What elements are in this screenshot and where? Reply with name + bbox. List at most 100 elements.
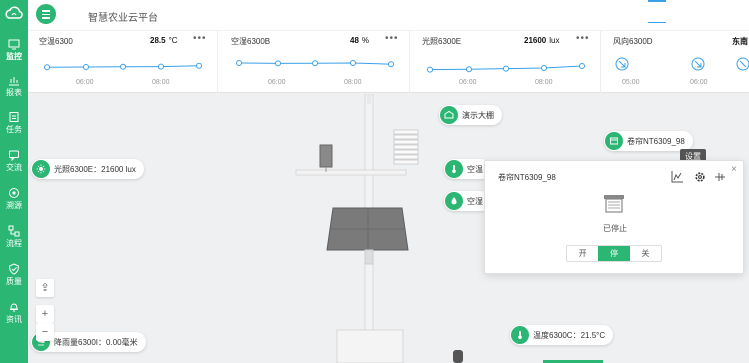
- sensor-value: 21600 lux: [524, 36, 560, 45]
- chat-icon: [9, 150, 19, 161]
- sidebar: 监控报表任务交流溯源流程质量资讯: [0, 0, 28, 363]
- sidebar-item-flow[interactable]: 流程: [0, 223, 28, 259]
- sensor-card-wind-direction[interactable]: 风向6300D 东南 05:00 06:00: [602, 31, 749, 93]
- time-tick: 08:00: [344, 79, 362, 86]
- more-options-icon[interactable]: •••: [193, 33, 207, 44]
- zoom-in-button[interactable]: +: [36, 305, 54, 323]
- temperature-tag[interactable]: 温度6300C：21.5°C: [510, 325, 614, 345]
- sensor-name: 风向6300D: [613, 37, 653, 46]
- sparkline-point: [158, 63, 164, 70]
- share-icon[interactable]: ⇪: [36, 279, 54, 297]
- sparkline-point: [196, 62, 202, 69]
- news-icon: [10, 303, 18, 312]
- sidebar-item-chat[interactable]: 交流: [0, 147, 28, 183]
- cloud-logo-icon: [5, 6, 23, 19]
- time-tick: 08:00: [535, 79, 553, 86]
- sensor-card-air-temp[interactable]: 空温6300 28.5 °C ••• 06:00 08:00: [28, 31, 218, 93]
- droplet-icon: [445, 192, 463, 210]
- sidebar-item-label: 资讯: [6, 315, 22, 324]
- tag-label: 空温: [467, 164, 483, 174]
- time-tick: 08:00: [152, 79, 170, 86]
- sensor-name: 空温6300: [39, 37, 73, 46]
- chart-icon: [671, 171, 683, 183]
- flow-icon: [8, 225, 20, 237]
- time-tick: 06:00: [459, 79, 477, 86]
- sensor-card-air-humidity[interactable]: 空湿6300B 48% ••• 06:00 08:00: [220, 31, 410, 93]
- tag-label: 卷帘NT6309_98: [627, 136, 685, 146]
- thermometer-icon: [511, 326, 529, 344]
- popup-toolbar: [671, 171, 725, 183]
- sparkline-point: [466, 66, 472, 73]
- shutter-status-text: 已停止: [603, 224, 627, 233]
- close-button[interactable]: 关: [630, 246, 661, 261]
- more-options-icon[interactable]: •••: [576, 33, 590, 44]
- sparkline-point: [503, 65, 509, 72]
- louvered-shield: [393, 129, 419, 165]
- shutter-tag[interactable]: 卷帘NT6309_98: [604, 131, 693, 151]
- wind-arrow-icon: [691, 57, 705, 71]
- zoom-out-button[interactable]: −: [36, 323, 54, 341]
- pin-icon: [715, 173, 725, 181]
- sidebar-item-label: 质量: [6, 277, 22, 286]
- greenhouse-tag[interactable]: 演示大棚: [439, 105, 502, 125]
- sidebar-item-label: 交流: [6, 163, 22, 172]
- light-sensor-tag[interactable]: 光照6300E：21600 lux: [31, 159, 144, 179]
- time-tick: 06:00: [690, 79, 708, 86]
- monitor-icon: [8, 39, 20, 50]
- shutter-status-icon: [604, 195, 624, 213]
- close-icon[interactable]: ×: [731, 164, 737, 175]
- sensor-value: 东南: [732, 37, 748, 46]
- open-button[interactable]: 开: [567, 246, 598, 261]
- task-icon: [9, 112, 19, 122]
- sidebar-item-report[interactable]: 报表: [0, 72, 28, 108]
- sparkline-point: [312, 60, 318, 67]
- popup-title: 卷帘NT6309_98: [498, 173, 556, 182]
- sparkline-point: [541, 65, 547, 71]
- quality-icon: [8, 263, 20, 275]
- sidebar-item-label: 报表: [6, 88, 22, 97]
- time-tick: 05:00: [622, 79, 640, 86]
- tag-label: 演示大棚: [462, 110, 494, 120]
- stop-button[interactable]: 停: [598, 246, 630, 261]
- shutter-control-popup: 卷帘NT6309_98 × 已停止 开 停 关: [484, 160, 744, 274]
- wind-arrow-icon: [736, 57, 749, 71]
- sensor-card-light[interactable]: 光照6300E 21600 lux ••• 06:00 08:00: [411, 31, 601, 93]
- tag-label: 空湿: [467, 196, 483, 206]
- sparkline-point: [579, 63, 585, 69]
- header-indicator: [648, 0, 666, 2]
- top-header: 智慧农业云平台: [28, 0, 749, 30]
- sidebar-item-label: 监控: [6, 52, 22, 61]
- sidebar-item-news[interactable]: 资讯: [0, 299, 28, 335]
- menu-toggle-button[interactable]: [36, 4, 56, 24]
- sun-icon: [32, 160, 50, 178]
- wind-arrow-icon: [615, 57, 629, 71]
- gear-icon: [695, 172, 705, 182]
- sensor-name: 空湿6300B: [231, 37, 271, 46]
- tag-label: 降雨量6300I：0.00毫米: [54, 337, 138, 347]
- sensor-value: 28.5 °C: [150, 36, 178, 45]
- trend-sparkline: [427, 63, 585, 73]
- more-options-icon[interactable]: •••: [385, 33, 399, 44]
- sparkline-point: [427, 66, 433, 73]
- shutter-icon: [605, 132, 623, 150]
- sensor-value: 48%: [350, 36, 370, 45]
- tag-label: 温度6300C：21.5°C: [533, 330, 606, 340]
- sidebar-item-trace[interactable]: 溯源: [0, 185, 28, 221]
- shutter-control-segment: 开 停 关: [566, 245, 662, 262]
- greenhouse-icon: [440, 106, 458, 124]
- tag-label: 光照6300E：21600 lux: [54, 164, 136, 174]
- app-title: 智慧农业云平台: [88, 13, 158, 24]
- wind-direction-arrows: [615, 57, 749, 71]
- sensor-cards: 空温6300 28.5 °C ••• 06:00 08:00 空湿6300B 48…: [28, 31, 749, 93]
- sparkline-point: [120, 63, 126, 70]
- sensor-name: 光照6300E: [422, 37, 462, 46]
- sidebar-item-task[interactable]: 任务: [0, 109, 28, 145]
- time-tick: 06:00: [268, 79, 286, 86]
- trace-icon: [9, 188, 19, 198]
- sparkline-point: [44, 64, 50, 71]
- sidebar-item-quality[interactable]: 质量: [0, 261, 28, 297]
- time-tick: 06:00: [76, 79, 94, 86]
- sparkline-point: [236, 60, 242, 66]
- sidebar-item-label: 流程: [6, 239, 22, 248]
- sidebar-item-monitor[interactable]: 监控: [0, 36, 28, 72]
